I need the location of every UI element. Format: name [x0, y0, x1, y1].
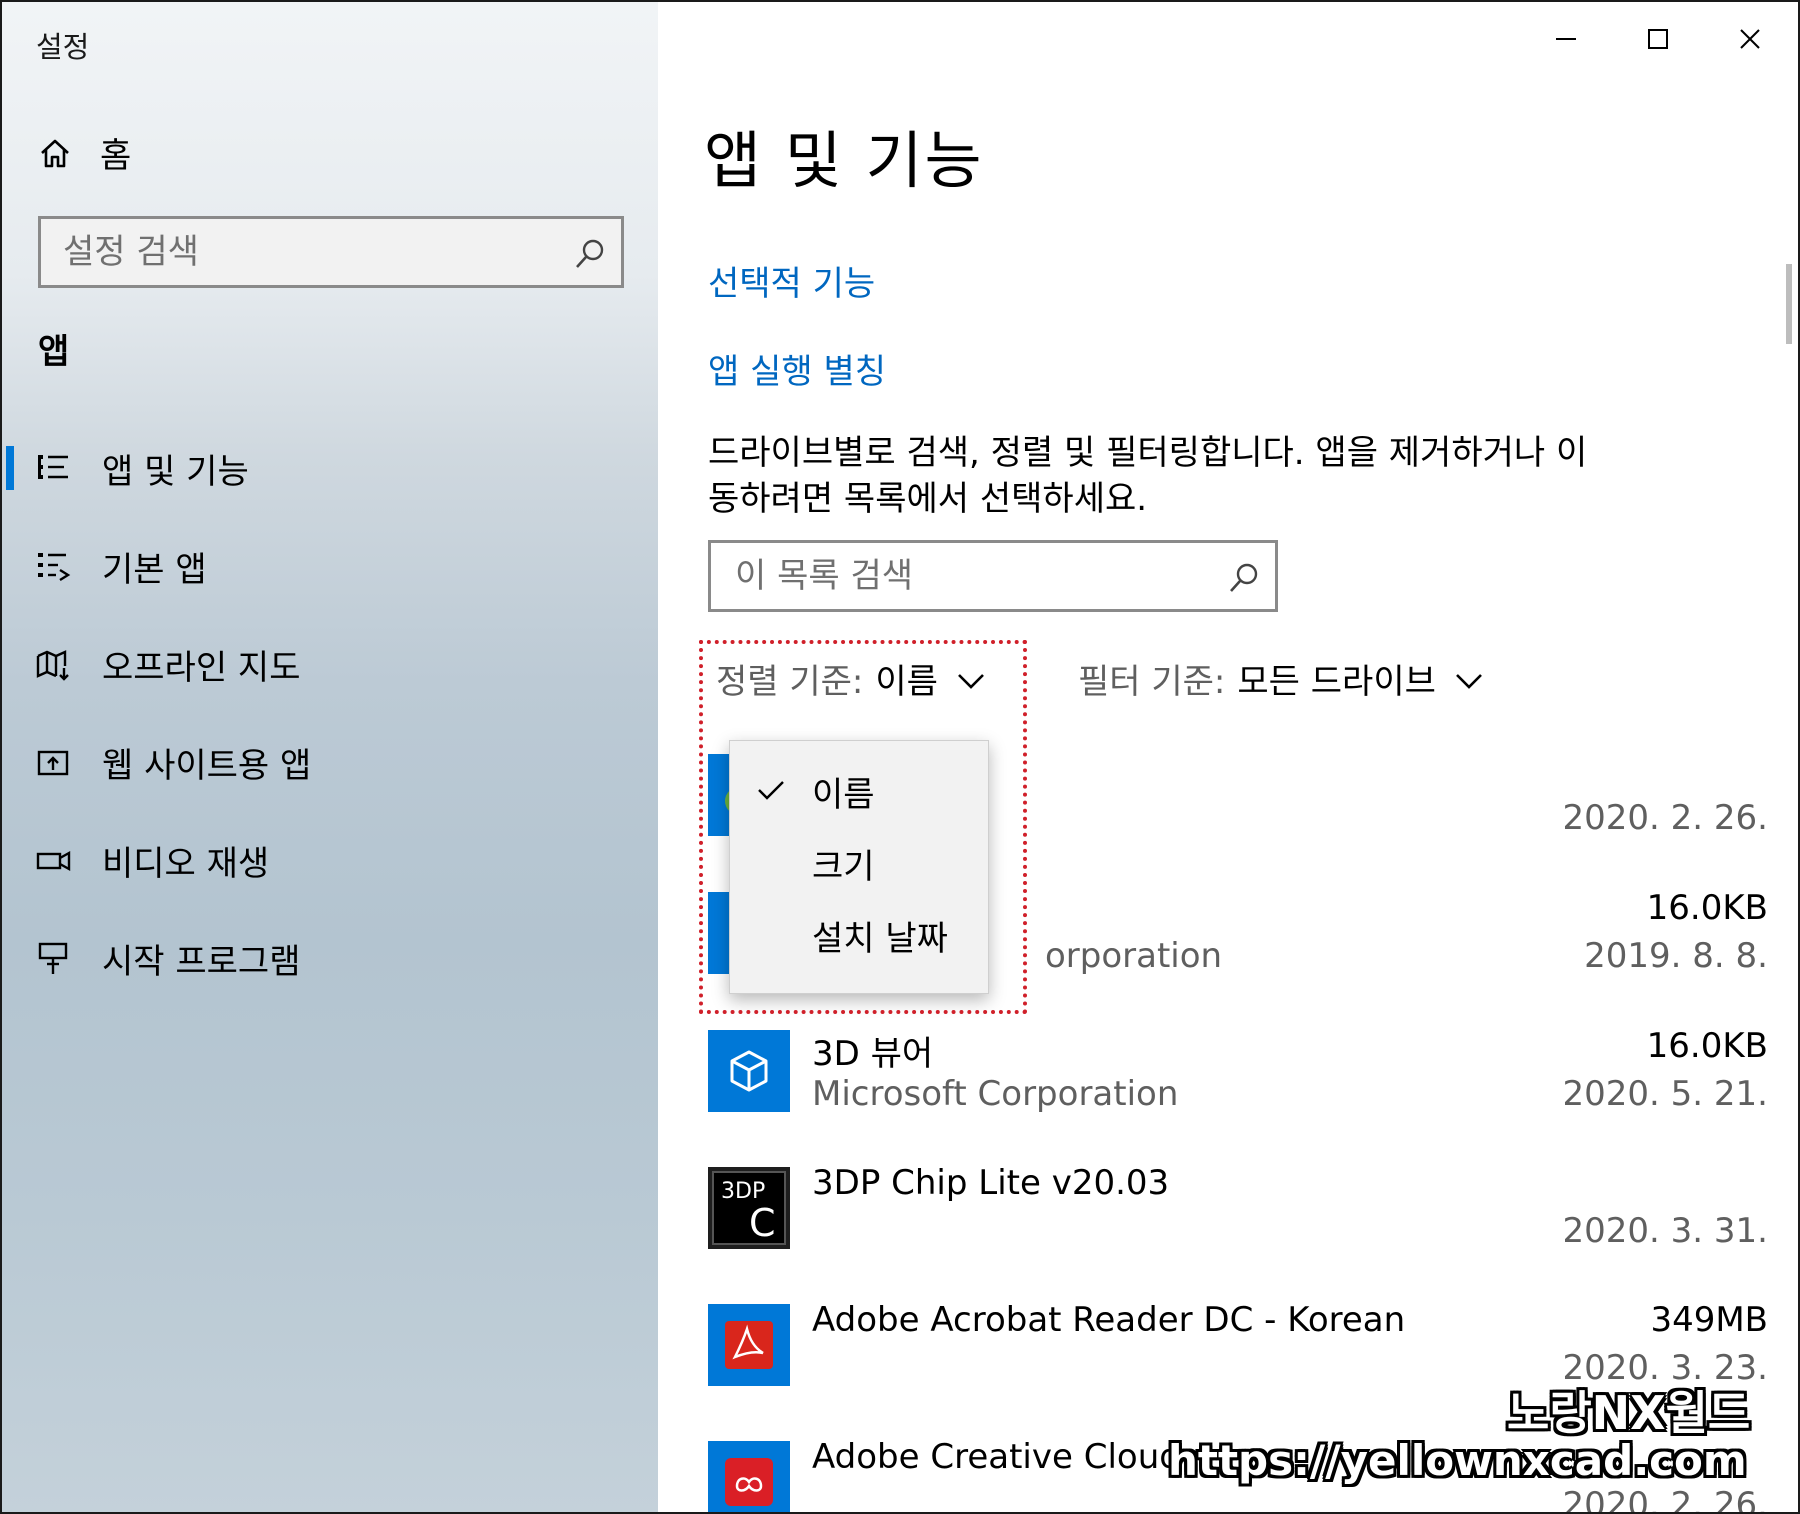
sort-option-install-date[interactable]: 설치 날짜: [730, 899, 988, 969]
sort-option-label: 설치 날짜: [812, 919, 948, 959]
sort-option-size[interactable]: 크기: [730, 827, 988, 897]
app-size: 16.0KB: [1646, 1026, 1768, 1066]
sidebar-item-startup[interactable]: 시작 프로그램: [2, 922, 658, 994]
sort-dropdown-menu: 이름 크기 설치 날짜: [729, 740, 989, 994]
app-size: 349MB: [1650, 1300, 1768, 1340]
sort-value: 이름: [875, 662, 938, 702]
websites-apps-icon: [37, 750, 69, 776]
list-search-box[interactable]: [708, 540, 1278, 612]
app-install-date: 2020. 3. 31.: [1562, 1211, 1768, 1251]
page-title: 앱 및 기능: [704, 124, 984, 197]
app-name: Adobe Acrobat Reader DC - Korean: [812, 1300, 1406, 1340]
app-publisher: Microsoft Corporation: [812, 1074, 1179, 1114]
app-name: Adobe Creative Cloud: [812, 1437, 1181, 1477]
svg-text:C: C: [749, 1201, 776, 1245]
filter-value: 모든 드라이브: [1237, 662, 1436, 702]
creative-cloud-icon: [708, 1441, 790, 1512]
minimize-button[interactable]: [1536, 16, 1596, 62]
sidebar-item-label: 오프라인 지도: [102, 648, 301, 688]
3dp-chip-icon: 3DP C: [708, 1167, 790, 1249]
sidebar-item-label: 웹 사이트용 앱: [102, 746, 312, 786]
acrobat-icon: [708, 1304, 790, 1386]
startup-icon: [38, 942, 68, 974]
main-content: 앱 및 기능 선택적 기능 앱 실행 별칭 드라이브별로 검색, 정렬 및 필터…: [658, 2, 1798, 1514]
app-install-date: 2020. 5. 21.: [1562, 1074, 1768, 1114]
apps-features-icon: [38, 455, 68, 479]
sidebar: 설정 홈 앱 앱 및 기능: [2, 2, 658, 1512]
checkmark-icon: [758, 781, 784, 800]
sort-option-label: 크기: [812, 847, 875, 887]
home-label: 홈: [100, 136, 132, 176]
sidebar-item-offline-maps[interactable]: 오프라인 지도: [2, 628, 658, 700]
app-name: 3D 뷰어: [812, 1034, 934, 1074]
filter-by-control[interactable]: 필터 기준: 모든 드라이브: [1078, 654, 1484, 703]
offline-maps-icon: [36, 650, 69, 681]
app-list-item[interactable]: 3D 뷰어 Microsoft Corporation 16.0KB 2020.…: [708, 1026, 1768, 1150]
watermark-title: 노랑NX월드: [1507, 1386, 1751, 1440]
optional-features-link[interactable]: 선택적 기능: [708, 256, 875, 305]
close-button[interactable]: [1720, 16, 1780, 62]
app-execution-aliases-link[interactable]: 앱 실행 별칭: [708, 344, 886, 393]
section-title-apps: 앱: [38, 332, 70, 372]
sidebar-item-websites-apps[interactable]: 웹 사이트용 앱: [2, 726, 658, 798]
minimize-icon: [1556, 38, 1576, 40]
home-icon: [41, 139, 69, 167]
sidebar-item-label: 기본 앱: [102, 550, 207, 590]
sidebar-item-label: 비디오 재생: [102, 844, 270, 884]
description-text: 드라이브별로 검색, 정렬 및 필터링합니다. 앱을 제거하거나 이동하려면 목…: [708, 433, 1588, 519]
sort-option-name[interactable]: 이름: [730, 755, 988, 825]
sidebar-item-apps-features[interactable]: 앱 및 기능: [2, 432, 658, 504]
app-list-item[interactable]: 3DP C 3DP Chip Lite v20.03 2020. 3. 31.: [708, 1163, 1768, 1287]
filter-label: 필터 기준:: [1078, 662, 1226, 702]
app-install-date: 2019. 8. 8.: [1584, 936, 1768, 976]
list-search-input[interactable]: [735, 551, 1215, 601]
video-playback-icon: [36, 850, 71, 872]
sort-by-control[interactable]: 정렬 기준: 이름: [716, 654, 986, 703]
cube-icon: [708, 1030, 790, 1112]
settings-window: 설정 홈 앱 앱 및 기능: [0, 0, 1800, 1514]
chevron-down-icon: [1455, 673, 1482, 689]
sidebar-item-default-apps[interactable]: 기본 앱: [2, 530, 658, 602]
settings-search-box[interactable]: [38, 216, 624, 288]
maximize-button[interactable]: [1628, 16, 1688, 62]
sidebar-item-label: 시작 프로그램: [102, 942, 301, 982]
app-size: 16.0KB: [1646, 888, 1768, 928]
sidebar-item-video-playback[interactable]: 비디오 재생: [2, 824, 658, 896]
search-icon[interactable]: [573, 237, 607, 271]
close-icon: [1740, 29, 1760, 49]
watermark-url: https://yellownxcad.com: [1168, 1436, 1747, 1485]
chevron-down-icon: [958, 673, 984, 689]
sort-option-label: 이름: [812, 775, 875, 815]
app-title: 설정: [36, 30, 90, 64]
app-name: 3DP Chip Lite v20.03: [812, 1163, 1170, 1203]
app-install-date: 2020. 2. 26.: [1562, 798, 1768, 838]
sidebar-home[interactable]: 홈: [38, 128, 131, 177]
search-icon[interactable]: [1227, 561, 1261, 595]
app-publisher: orporation: [1045, 936, 1223, 976]
scrollbar-thumb[interactable]: [1786, 264, 1792, 344]
settings-search-input[interactable]: [63, 227, 543, 277]
sidebar-item-label: 앱 및 기능: [102, 452, 249, 492]
app-install-date: 2020. 2. 26.: [1562, 1485, 1768, 1514]
default-apps-icon: [38, 553, 71, 582]
sort-label: 정렬 기준:: [716, 662, 864, 702]
maximize-icon: [1648, 29, 1668, 49]
